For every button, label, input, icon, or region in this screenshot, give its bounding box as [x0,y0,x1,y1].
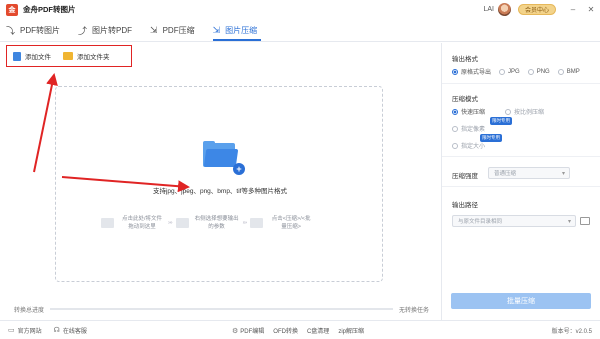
mode-quick-radio[interactable]: 快速压缩 [452,107,485,116]
tab-label: 图片压缩 [225,25,258,35]
format-jpg-radio[interactable]: JPG [499,68,520,75]
format-original-radio[interactable]: 原格式导出 [452,67,491,76]
drop-zone[interactable]: + 支持jpg、jpeg、png、bmp、tif等多种图片格式 点击此处/将文件… [55,86,383,282]
pdf-to-image-icon: ⤵ [6,25,16,36]
chevron-down-icon: ▾ [561,171,565,177]
step-2-text: 右侧选择想要输出的参数 [194,216,239,230]
chevron-down-icon: ▾ [567,219,571,225]
format-bmp-radio[interactable]: BMP [557,68,580,75]
title-bar-right: LAI 会员中心 – ✕ [483,0,600,19]
file-actions-highlight: 添加文件 添加文件夹 [6,45,132,67]
file-icon [13,51,21,61]
step-2: 右侧选择想要输出的参数 [175,215,239,231]
compress-mode-label: 压缩模式 [452,96,478,103]
ofd-convert-link[interactable]: OFD转换 [273,326,298,335]
avatar[interactable] [497,3,511,16]
tab-image-compress[interactable]: ⇲ 图片压缩 [207,19,270,41]
compress-strength-value: 普通压缩 [494,171,517,177]
tab-bar: ⤵ PDF转图片 ⤴ 图片转PDF ⇲ PDF压缩 ⇲ 图片压缩 [0,20,600,42]
mode-pixel-radio[interactable]: 指定像素 限时专用 [452,117,512,133]
compress-strength-select[interactable]: 普通压缩 ▾ [488,167,570,179]
close-icon[interactable]: ✕ [582,0,600,19]
compress-mode-row-2: 指定像素 限时专用 [452,117,512,133]
divider [442,186,600,187]
limited-badge: 限时专用 [490,117,512,125]
total-progress-bar [50,308,393,310]
compress-mode-row-1: 快速压缩 按比例压缩 [452,107,552,116]
step-3-text: 点击<压缩>/<批量压缩> [271,216,311,230]
title-bar: 金 金舟PDF转图片 LAI 会员中心 – ✕ [0,0,600,19]
image-icon [101,218,114,228]
output-format-options: 原格式导出 JPG PNG BMP [452,67,588,76]
footer-tools: ⚙ PDF编辑 OFD转换 C盘清理 zip解压缩 [232,321,373,339]
tab-label: PDF转图片 [20,25,61,35]
add-folder-button[interactable]: 添加文件夹 [63,51,110,61]
vip-center-button[interactable]: 会员中心 [517,4,556,15]
steps-guide: 点击此处/将文件拖动到这里 › › › 右侧选择想要输出的参数 › › › 点击… [101,211,361,235]
image-compress-icon: ⇲ [212,24,221,35]
headset-icon: ☊ [53,327,60,334]
tab-pdf-to-image[interactable]: ⤵ PDF转图片 [0,19,72,41]
compress-strength-label: 压缩强度 [452,173,478,180]
total-progress-label: 转换总进度 [14,307,45,314]
compress-icon [250,218,264,228]
mode-size-radio[interactable]: 指定大小 限时专用 [452,134,502,150]
output-format-label: 输出格式 [452,56,478,63]
pdf-edit-link[interactable]: ⚙ PDF编辑 [232,326,264,336]
c-clean-link[interactable]: C盘清理 [307,326,329,335]
pdf-compress-icon: ⇲ [150,24,158,35]
app-window: 金 金舟PDF转图片 LAI 会员中心 – ✕ ⤵ PDF转图片 ⤴ 图片转PD… [0,0,600,339]
progress-row: 转换总进度 无转换任务 [0,303,441,315]
batch-compress-button[interactable]: 批量压缩 [451,293,591,309]
workspace: 添加文件 添加文件夹 + 支持jpg、jpeg、png、bmp、tif等多种图片… [0,43,441,320]
supported-formats-text: 支持jpg、jpeg、png、bmp、tif等多种图片格式 [152,188,287,195]
step-separator: › › › [242,220,247,226]
output-path-select[interactable]: 与原文件目录相同 ▾ [452,215,576,227]
limited-badge: 限时专用 [480,134,502,142]
tab-label: PDF压缩 [162,25,195,35]
online-service-link[interactable]: ☊ 在线客服 [54,326,87,335]
step-separator: › › › [168,220,172,226]
step-1: 点击此处/将文件拖动到这里 [101,215,164,231]
plus-icon: + [233,163,245,175]
output-path-value: 与原文件目录相同 [458,219,503,225]
tab-pdf-compress[interactable]: ⇲ PDF压缩 [144,19,207,41]
add-folder-label: 添加文件夹 [77,54,110,61]
tab-image-to-pdf[interactable]: ⤴ 图片转PDF [72,19,144,41]
pdf-edit-icon: ⚙ [232,327,239,335]
compress-mode-row-3: 指定大小 限时专用 [452,134,502,150]
zip-link[interactable]: zip解压缩 [338,326,364,335]
format-png-radio[interactable]: PNG [527,68,550,75]
folder-icon [63,52,73,60]
footer: ▭ 官方网站 ☊ 在线客服 ⚙ PDF编辑 OFD转换 C盘清理 zip解压缩 版… [0,320,600,339]
step-3: 点击<压缩>/<批量压缩> [250,215,313,231]
official-website-link[interactable]: ▭ 官方网站 [8,326,42,335]
monitor-icon: ▭ [8,327,15,334]
divider [442,156,600,157]
step-1-text: 点击此处/将文件拖动到这里 [121,216,163,230]
user-name[interactable]: LAI [483,6,494,13]
add-file-button[interactable]: 添加文件 [13,51,51,61]
app-title: 金舟PDF转图片 [23,5,76,14]
app-logo-icon: 金 [6,3,18,16]
add-folder-icon[interactable]: + [203,141,245,175]
add-file-label: 添加文件 [25,54,51,61]
output-path-label: 输出路径 [452,202,478,209]
task-status: 无转换任务 [398,307,429,314]
settings-icon [175,218,189,228]
divider [442,83,600,84]
minimize-icon[interactable]: – [564,0,582,19]
tab-label: 图片转PDF [92,25,133,35]
browse-folder-icon[interactable] [580,217,590,225]
mode-ratio-radio[interactable]: 按比例压缩 [505,107,544,116]
settings-panel: 输出格式 原格式导出 JPG PNG BMP 压缩模式 快速压缩 按比例压缩 指… [441,43,600,320]
image-to-pdf-icon: ⤴ [78,25,88,36]
version-label: 版本号：v2.0.5 [551,329,592,335]
